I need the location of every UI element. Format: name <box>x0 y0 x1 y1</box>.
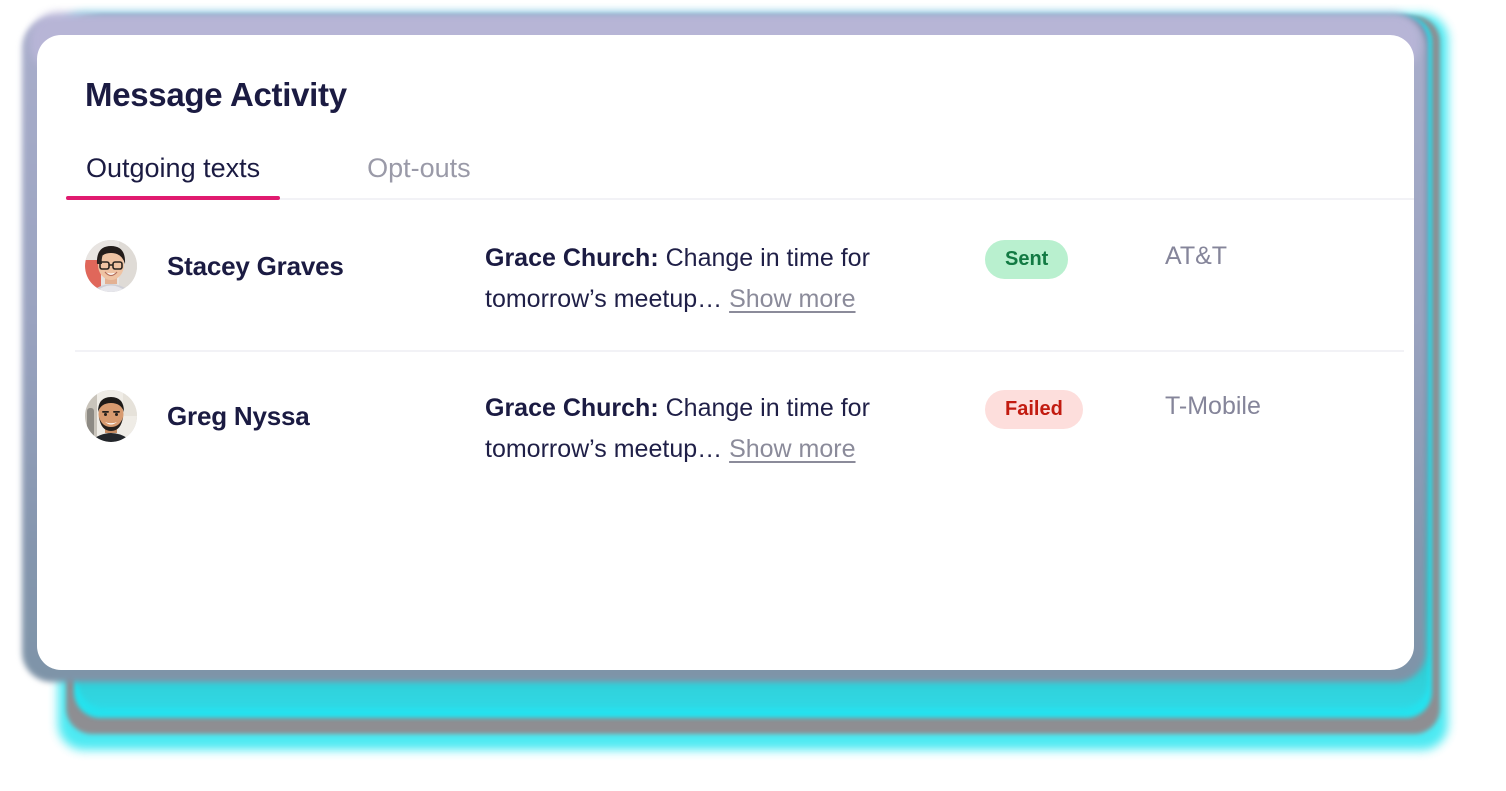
card-stage: Message Activity Outgoing texts Opt-outs <box>0 0 1506 791</box>
message-activity-card: Message Activity Outgoing texts Opt-outs <box>37 35 1414 670</box>
carrier-label: AT&T <box>1165 242 1228 271</box>
row-message-cell: Grace Church: Change in time for tomorro… <box>485 238 985 319</box>
avatar <box>85 240 137 293</box>
status-badge: Failed <box>985 390 1083 430</box>
row-person-cell: Stacey Graves <box>85 238 485 293</box>
tab-bar: Outgoing texts Opt-outs <box>37 153 1414 201</box>
row-message-cell: Grace Church: Change in time for tomorro… <box>485 388 985 469</box>
avatar-image-stacey <box>85 240 137 293</box>
show-more-link[interactable]: Show more <box>729 285 855 313</box>
row-status-cell: Sent <box>985 238 1165 280</box>
show-more-link[interactable]: Show more <box>729 435 855 463</box>
tab-opt-outs[interactable]: Opt-outs <box>347 153 491 200</box>
page-title: Message Activity <box>85 76 347 113</box>
message-sender: Grace Church: <box>485 244 659 273</box>
table-row[interactable]: Stacey Graves Grace Church: Change in ti… <box>37 200 1414 350</box>
person-name: Greg Nyssa <box>167 400 310 431</box>
avatar-image-greg <box>85 390 137 443</box>
message-list: Stacey Graves Grace Church: Change in ti… <box>37 200 1414 500</box>
carrier-label: T-Mobile <box>1165 392 1261 421</box>
tab-outgoing-texts[interactable]: Outgoing texts <box>66 153 281 201</box>
avatar <box>85 390 137 443</box>
row-status-cell: Failed <box>985 388 1165 430</box>
table-row[interactable]: Greg Nyssa Grace Church: Change in time … <box>37 350 1414 500</box>
message-sender: Grace Church: <box>485 394 659 423</box>
person-name: Stacey Graves <box>167 250 344 281</box>
row-person-cell: Greg Nyssa <box>85 388 485 443</box>
status-badge: Sent <box>985 240 1069 280</box>
